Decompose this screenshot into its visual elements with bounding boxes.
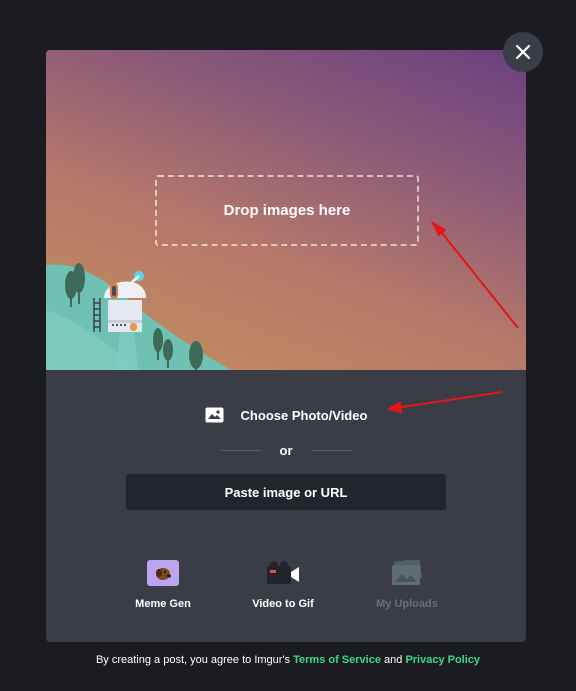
or-label: or <box>279 442 293 458</box>
choose-photo-video-button[interactable]: Choose Photo/Video <box>46 404 526 426</box>
close-icon <box>516 45 530 59</box>
image-icon <box>205 407 224 423</box>
footer-and: and <box>384 654 403 666</box>
divider-line-right <box>311 449 352 451</box>
drop-zone-label: Drop images here <box>223 202 351 219</box>
video-camera-icon <box>267 561 299 584</box>
meme-gen-label: Meme Gen <box>135 598 191 610</box>
my-uploads-label: My Uploads <box>376 598 438 610</box>
choose-photo-video-label: Choose Photo/Video <box>240 407 368 423</box>
terms-of-service-link[interactable]: Terms of Service <box>293 654 381 666</box>
paste-image-url-button[interactable]: Paste image or URL <box>126 474 446 510</box>
close-button[interactable] <box>503 32 543 72</box>
meme-icon <box>147 560 179 586</box>
drop-zone[interactable]: Drop images here <box>155 175 419 246</box>
divider-line-left <box>220 449 261 451</box>
video-to-gif-button[interactable]: Video to Gif <box>228 560 338 620</box>
privacy-policy-link[interactable]: Privacy Policy <box>405 654 480 666</box>
meme-gen-button[interactable]: Meme Gen <box>108 560 218 620</box>
or-divider: or <box>46 440 526 460</box>
hero-illustration: Drop images here <box>46 50 526 370</box>
footer-prefix: By creating a post, you agree to Imgur's <box>95 654 291 666</box>
upload-modal: Drop images here Choose Photo/Video or P… <box>46 50 526 642</box>
my-uploads-button[interactable]: My Uploads <box>352 560 462 620</box>
terms-footer: By creating a post, you agree to Imgur's… <box>0 654 576 670</box>
paste-image-url-label: Paste image or URL <box>224 484 348 500</box>
photos-icon <box>392 560 423 585</box>
video-to-gif-label: Video to Gif <box>252 598 314 610</box>
